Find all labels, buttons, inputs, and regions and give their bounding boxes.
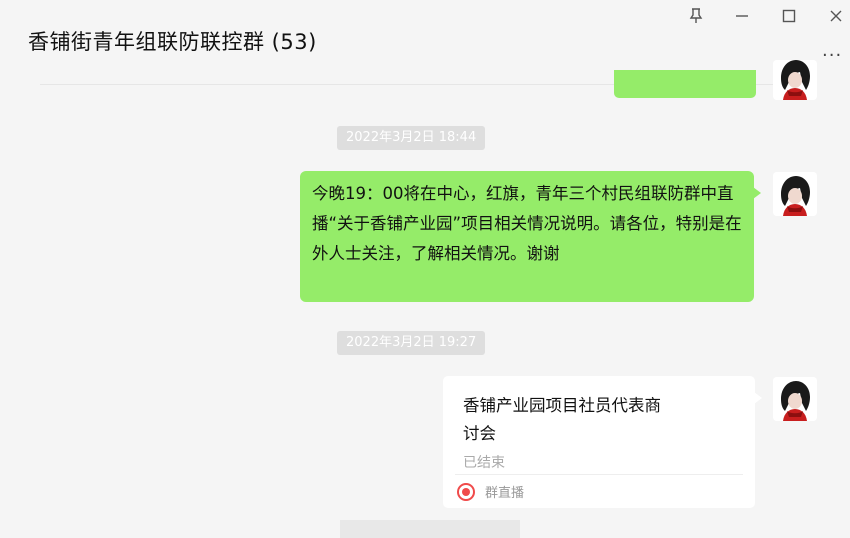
timestamp: 2022年3月2日 18:44	[337, 126, 486, 150]
next-timestamp-partial	[340, 520, 520, 538]
pin-icon[interactable]	[684, 4, 708, 28]
live-card-status: 已结束	[463, 455, 505, 471]
avatar-icon[interactable]	[773, 377, 817, 421]
more-options-icon[interactable]: ...	[822, 40, 842, 61]
close-icon[interactable]	[824, 4, 848, 28]
card-divider	[455, 474, 743, 475]
live-stream-icon	[457, 482, 475, 501]
title-bar: 香铺街青年组联防联控群 (53) ...	[0, 0, 850, 80]
minimize-icon[interactable]	[730, 4, 754, 28]
maximize-icon[interactable]	[777, 4, 801, 28]
live-card-source: 群直播	[485, 486, 525, 501]
chat-title: 香铺街青年组联防联控群 (53)	[28, 30, 317, 54]
live-card-footer: 群直播	[457, 482, 524, 501]
live-card-title: 香铺产业园项目社员代表商讨会	[463, 396, 661, 443]
previous-message-bubble[interactable]	[614, 70, 756, 98]
live-stream-card[interactable]: 香铺产业园项目社员代表商讨会 已结束 群直播	[443, 376, 762, 508]
message-bubble[interactable]: 今晚19：00将在中心，红旗，青年三个村民组联防群中直播“关于香铺产业园”项目相…	[300, 171, 761, 302]
avatar-icon[interactable]	[773, 60, 817, 100]
timestamp: 2022年3月2日 19:27	[337, 331, 486, 355]
avatar-icon[interactable]	[773, 172, 817, 216]
